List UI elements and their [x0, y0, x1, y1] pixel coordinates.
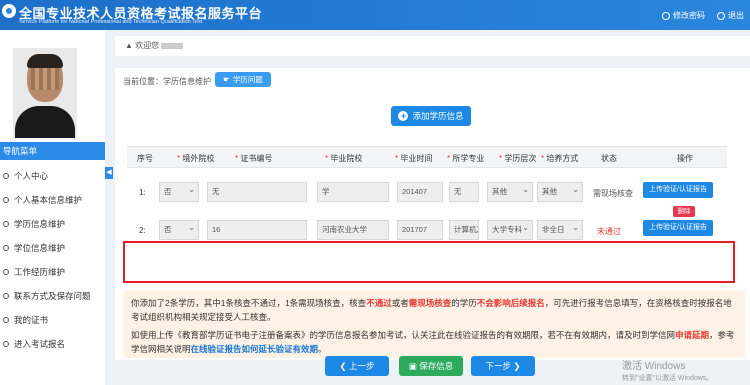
- extension-help-link[interactable]: 在线验证报告如何延长验证有效期: [191, 344, 319, 354]
- sidebar-item-home[interactable]: 个人中心: [0, 164, 105, 188]
- platform-subtitle: Service Platform for National Profession…: [19, 19, 203, 25]
- power-icon: [717, 11, 725, 20]
- notice-paragraph-2: 如使用上传《教育部学历证书电子注册备案表》的学历信息报名参加考试，认关注此在线验…: [131, 330, 735, 354]
- sidebar-item-education[interactable]: 学历信息维护: [0, 212, 105, 236]
- notice-paragraph-1: 你添加了2条学历，其中1条核查不通过，1条需现场核查，核查不通过或者需现场核查的…: [131, 298, 732, 322]
- masked-username: [161, 42, 184, 49]
- sidebar-item-registration[interactable]: 进入考试报名: [0, 332, 105, 356]
- welcome-text: 欢迎您: [135, 41, 160, 50]
- contact-icon: [3, 293, 9, 299]
- level-select[interactable]: 大学专科: [487, 220, 533, 240]
- degree-icon: [3, 245, 9, 251]
- mode-select[interactable]: 其他: [537, 182, 583, 202]
- header-overseas: * 境外院校: [177, 154, 215, 163]
- content-panel: 当前位置：学历信息维护 ☛ 学历问题 + 添加学历信息 序号 * 境外院校 * …: [115, 68, 750, 360]
- header-mode: * 培养方式: [541, 154, 579, 163]
- grad-time-field[interactable]: 201707: [397, 220, 443, 240]
- major-field[interactable]: 计算机及: [449, 220, 479, 240]
- avatar: [13, 48, 77, 138]
- header-index: 序号: [137, 154, 153, 163]
- cert-no-field[interactable]: 16: [207, 220, 307, 240]
- sidebar-item-degree[interactable]: 学位信息维护: [0, 236, 105, 260]
- overseas-select[interactable]: 否: [159, 220, 199, 240]
- logout-link[interactable]: 退出: [717, 10, 744, 21]
- header-school: * 毕业院校: [325, 154, 363, 163]
- briefcase-icon: [3, 269, 9, 275]
- cert-no-field[interactable]: 无: [207, 182, 307, 202]
- prev-button[interactable]: ❮ 上一步: [325, 356, 389, 376]
- sidebar: 导航菜单 个人中心 个人基本信息维护 学历信息维护 学位信息维护 工作经历维护 …: [0, 30, 105, 385]
- education-question-button[interactable]: ☛ 学历问题: [215, 72, 271, 87]
- user-small-icon: ▲: [125, 41, 133, 50]
- status-text: 未通过: [597, 227, 621, 236]
- hand-icon: ☛: [223, 75, 230, 84]
- row-index: 1:: [139, 188, 146, 197]
- table-header: 序号 * 境外院校 * 证书编号 * 毕业院校 * 毕业时间 * 所学专业 * …: [127, 146, 727, 168]
- sidebar-item-certificate[interactable]: 我的证书: [0, 308, 105, 332]
- level-select[interactable]: 其他: [487, 182, 533, 202]
- delete-button[interactable]: 删除: [673, 206, 695, 217]
- education-icon: [3, 221, 9, 227]
- header-cert-no: * 证书编号: [235, 154, 273, 163]
- upload-report-button[interactable]: 上传验证/认证报告: [643, 182, 713, 198]
- school-field[interactable]: 学: [317, 182, 389, 202]
- highlight-frame: [123, 241, 735, 283]
- header-action: 操作: [677, 154, 693, 163]
- grad-time-field[interactable]: 201407: [397, 182, 443, 202]
- sidebar-item-contact[interactable]: 联系方式及保存问题: [0, 284, 105, 308]
- major-field[interactable]: 无: [449, 182, 479, 202]
- notice-box: 你添加了2条学历，其中1条核查不通过，1条需现场核查，核查不通过或者需现场核查的…: [123, 290, 745, 358]
- user-icon: [662, 11, 670, 20]
- header-major: * 所学专业: [447, 154, 485, 163]
- top-header: 全国专业技术人员资格考试报名服务平台 Service Platform for …: [0, 0, 750, 30]
- plus-icon: +: [398, 111, 409, 121]
- sidebar-item-basic-info[interactable]: 个人基本信息维护: [0, 188, 105, 212]
- status-text: 需现场核查: [593, 189, 633, 198]
- mode-select[interactable]: 非全日: [537, 220, 583, 240]
- nav-title: 导航菜单: [0, 142, 105, 160]
- windows-activation-watermark: 激活 Windows 转到"设置"以激活 Windows。: [622, 361, 714, 382]
- apply-extension-link[interactable]: 申请延期: [675, 330, 709, 340]
- person-icon: [3, 197, 9, 203]
- header-grad-time: * 毕业时间: [395, 154, 433, 163]
- sidebar-collapse-button[interactable]: ◀: [105, 167, 113, 179]
- overseas-select[interactable]: 否: [159, 182, 199, 202]
- registration-icon: [3, 341, 9, 347]
- home-icon: [3, 173, 9, 179]
- certificate-icon: [3, 317, 9, 323]
- add-education-button[interactable]: + 添加学历信息: [391, 106, 471, 126]
- table-row: 1: 否 无 学 201407 无 其他 其他 需现场核查 上传验证/认证报告: [127, 174, 727, 210]
- save-button[interactable]: ▣ 保存信息: [399, 356, 463, 376]
- header-level: * 学历层次: [499, 154, 537, 163]
- next-button[interactable]: 下一步 ❯: [471, 356, 535, 376]
- change-password-link[interactable]: 修改密码: [662, 10, 705, 21]
- welcome-bar: ▲ 欢迎您: [115, 36, 750, 56]
- upload-report-button[interactable]: 上传验证/认证报告: [643, 220, 713, 236]
- header-status: 状态: [601, 154, 617, 163]
- row-index: 2:: [139, 226, 146, 235]
- platform-logo: [2, 4, 16, 18]
- school-field[interactable]: 河南农业大学: [317, 220, 389, 240]
- sidebar-item-work[interactable]: 工作经历维护: [0, 260, 105, 284]
- breadcrumb: 当前位置：学历信息维护: [123, 77, 211, 86]
